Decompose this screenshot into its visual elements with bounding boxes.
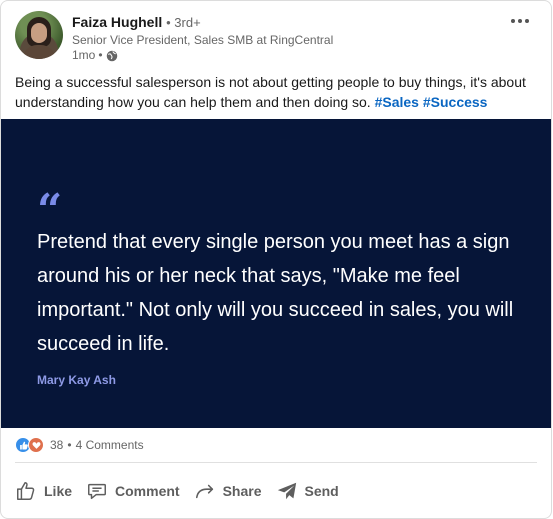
connection-degree-value: 3rd+ <box>174 15 201 30</box>
comment-icon <box>88 483 106 500</box>
share-button[interactable]: Share <box>194 475 262 507</box>
comment-button[interactable]: Comment <box>86 475 180 507</box>
post-header: Faiza Hughell • 3rd+ Senior Vice Preside… <box>15 11 541 63</box>
quote-text: Pretend that every single person you mee… <box>37 231 514 355</box>
quote-author: Mary Kay Ash <box>37 373 116 387</box>
post-time-line: 1mo • <box>72 48 333 63</box>
dot-separator: • <box>98 48 103 62</box>
love-icon <box>28 437 44 453</box>
quote-image[interactable]: “ Pretend that every single person you m… <box>1 119 551 428</box>
hashtag-success[interactable]: #Success <box>423 94 488 110</box>
action-bar: Like Comment Share Send <box>15 475 339 507</box>
globe-icon <box>106 50 117 61</box>
post-body: Being a successful salesperson is not ab… <box>15 72 543 112</box>
divider <box>15 462 537 463</box>
count-separator: • <box>67 438 72 452</box>
author-avatar[interactable] <box>15 11 63 59</box>
share-arrow-icon <box>195 484 213 499</box>
hashtag-sales[interactable]: #Sales <box>375 94 419 110</box>
post-time: 1mo <box>72 48 96 62</box>
comments-count[interactable]: 4 Comments <box>76 438 144 452</box>
thumbs-up-icon <box>17 482 35 500</box>
share-label: Share <box>222 483 262 499</box>
comment-label: Comment <box>115 483 180 499</box>
like-label: Like <box>44 483 73 499</box>
author-headline: Senior Vice President, Sales SMB at Ring… <box>72 33 334 47</box>
author-name-line: Faiza Hughell • 3rd+ <box>72 13 333 32</box>
send-button[interactable]: Send <box>276 475 339 507</box>
author-meta: Faiza Hughell • 3rd+ Senior Vice Preside… <box>72 13 333 63</box>
reaction-count[interactable]: 38 <box>50 438 63 452</box>
send-paper-plane-icon <box>277 482 296 500</box>
like-button[interactable]: Like <box>15 475 72 507</box>
send-label: Send <box>304 483 339 499</box>
connection-degree: • 3rd+ <box>166 15 201 30</box>
social-counts[interactable]: 38 • 4 Comments <box>15 437 144 453</box>
author-name[interactable]: Faiza Hughell <box>72 14 162 30</box>
more-options-icon[interactable] <box>511 15 535 27</box>
post-card: Faiza Hughell • 3rd+ Senior Vice Preside… <box>0 0 552 519</box>
